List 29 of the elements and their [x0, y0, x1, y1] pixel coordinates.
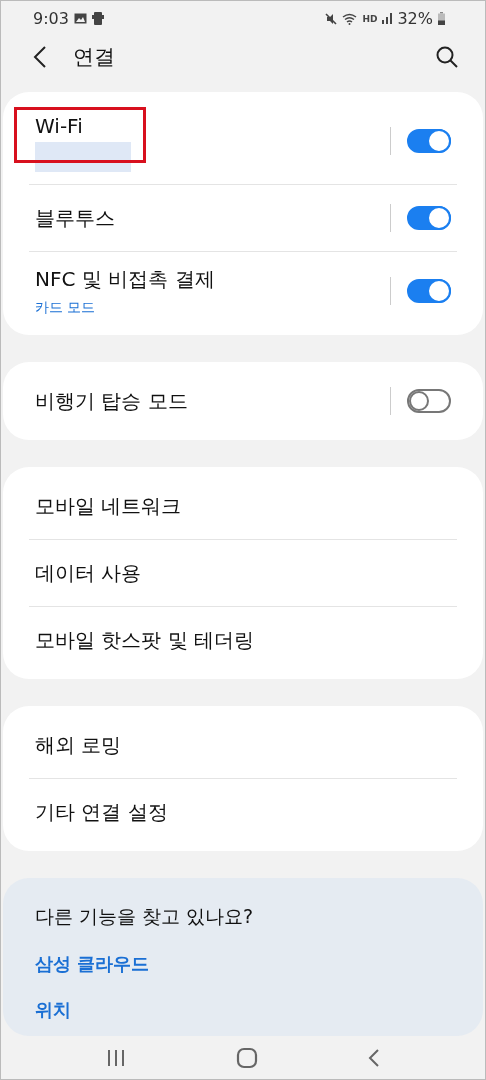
setting-label[interactable]: 데이터 사용 — [35, 557, 142, 589]
signal-icon — [382, 13, 393, 25]
toggle-switch[interactable] — [407, 129, 451, 154]
setting-label[interactable]: NFC 및 비접촉 결제 — [35, 264, 215, 296]
setting-label[interactable]: 해외 로밍 — [35, 729, 122, 761]
page-title: 연결 — [73, 44, 116, 72]
battery-percent: 32% — [397, 9, 433, 29]
toggle-switch[interactable] — [407, 389, 451, 414]
status-time: 9:03 — [33, 9, 69, 29]
suggestion-link[interactable]: 삼성 클라우드 — [35, 952, 150, 977]
battery-icon — [438, 12, 445, 26]
setting-label[interactable]: 블루투스 — [35, 202, 115, 234]
toggle-switch[interactable] — [407, 206, 451, 231]
setting-label[interactable]: 기타 연결 설정 — [35, 796, 168, 828]
setting-summary: 카드 모드 — [35, 299, 96, 318]
wifi-icon — [342, 12, 358, 25]
image-icon — [73, 13, 87, 25]
setting-label[interactable]: 모바일 핫스팟 및 테더링 — [35, 624, 255, 656]
setting-label[interactable]: 모바일 네트워크 — [35, 490, 182, 522]
setting-label[interactable]: Wi-Fi — [17, 110, 143, 161]
recent-apps-icon[interactable] — [106, 1048, 126, 1067]
toggle-switch[interactable] — [407, 278, 451, 303]
setting-label[interactable]: 비행기 탑승 모드 — [35, 385, 188, 417]
suggestion-link[interactable]: 위치 — [35, 998, 71, 1023]
back-icon[interactable] — [368, 1047, 380, 1068]
mute-icon — [325, 12, 338, 25]
suggestion-title: 다른 기능을 찾고 있나요? — [35, 904, 254, 930]
home-icon[interactable] — [236, 1046, 258, 1069]
hd-voice-label: HD — [362, 13, 378, 24]
